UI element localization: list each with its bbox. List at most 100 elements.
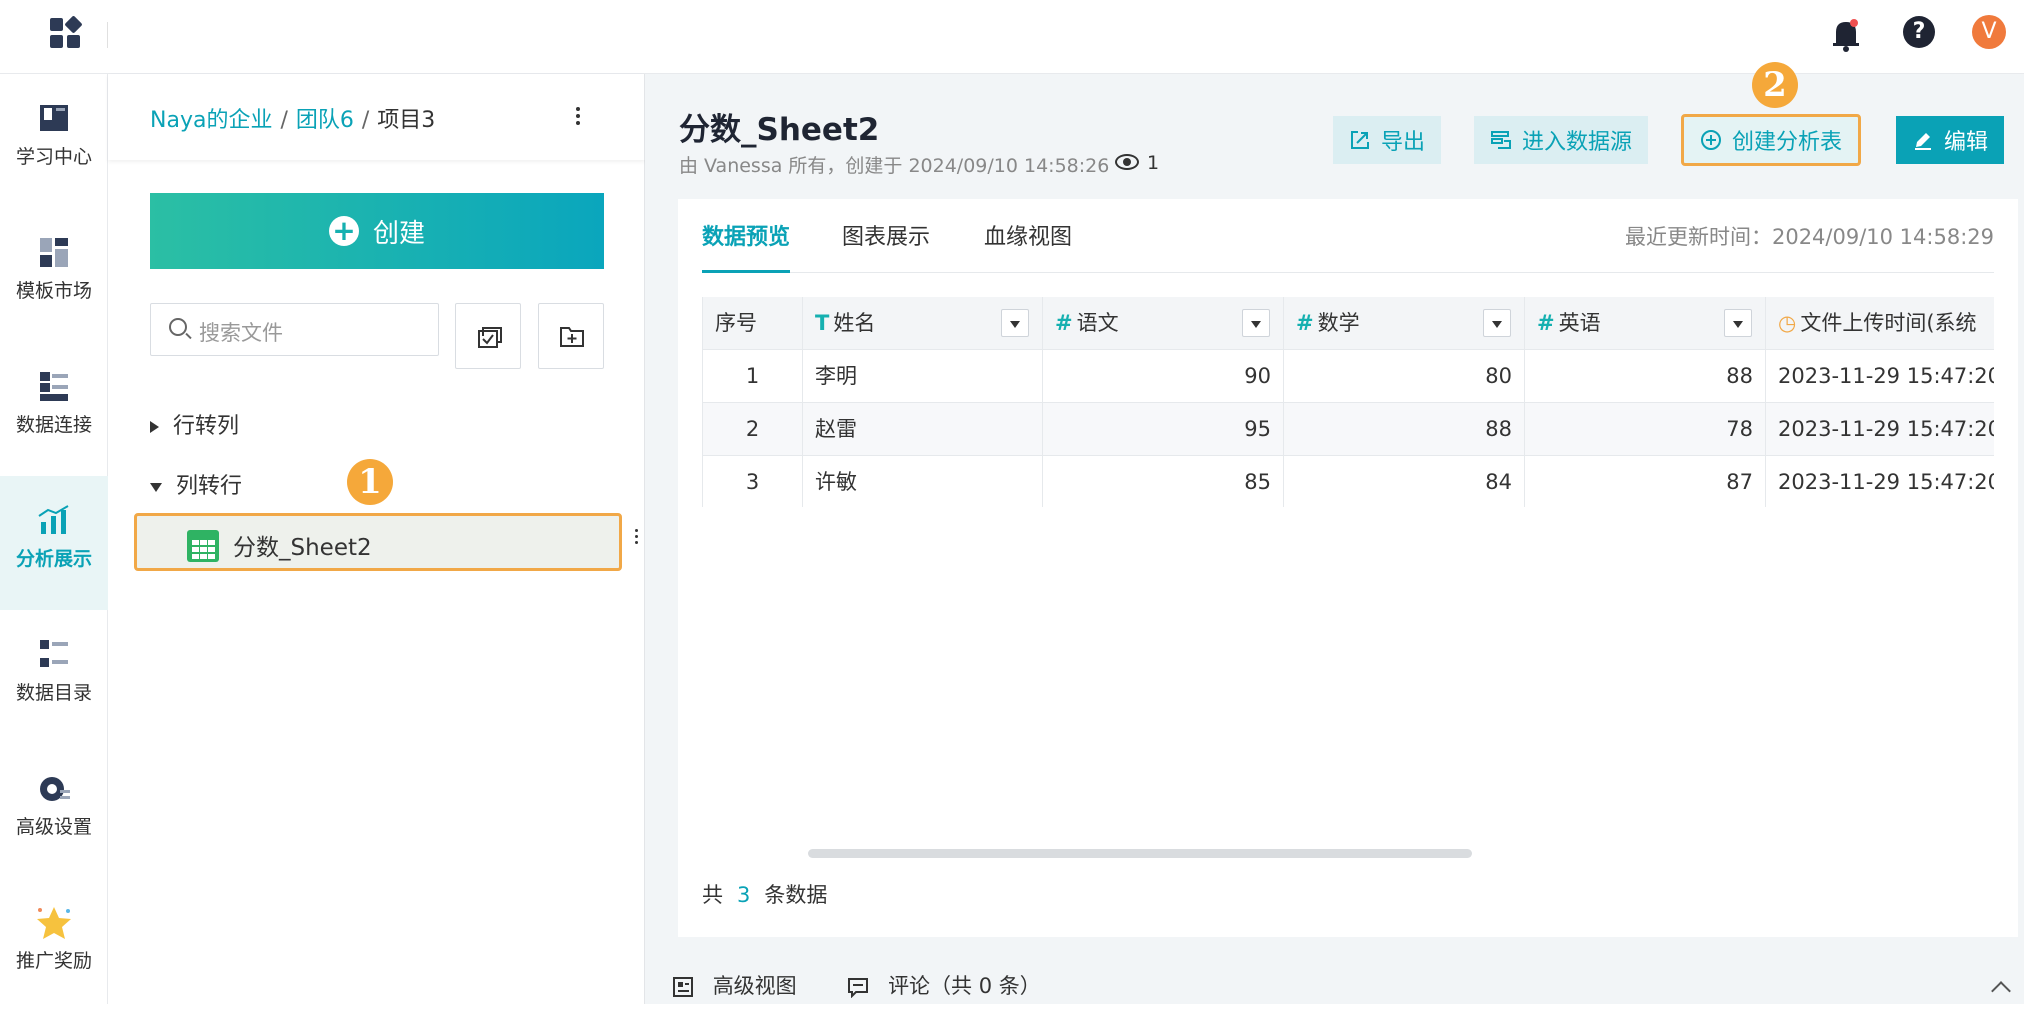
text-type-icon: T: [815, 311, 830, 335]
comment-icon: [848, 978, 869, 999]
bell-icon[interactable]: [1828, 14, 1864, 54]
cell-chinese: 90: [1042, 350, 1283, 403]
plus-circle-icon: [1701, 130, 1721, 150]
batch-select-button[interactable]: [455, 303, 521, 369]
search-input[interactable]: 搜索文件: [150, 303, 439, 356]
page-title: 分数_Sheet2: [679, 112, 880, 148]
dropdown-icon[interactable]: [1483, 309, 1511, 337]
file-item-selected[interactable]: 分数_Sheet2: [134, 513, 622, 571]
dropdown-icon[interactable]: [1001, 309, 1029, 337]
nav-item-settings[interactable]: 高级设置: [0, 744, 108, 878]
file-panel: Naya的企业 / 团队6/项目3 + 创建 搜索文件 行转列 列转行 1 分数_S…: [108, 74, 645, 1004]
nav-item-data-connect[interactable]: 数据连接: [0, 342, 108, 476]
new-folder-button[interactable]: [538, 303, 604, 369]
nav-label: 高级设置: [15, 816, 92, 838]
folder-row-hang-zhuan-lie[interactable]: 行转列: [150, 408, 239, 440]
cell-name: 赵雷: [802, 403, 1042, 456]
avatar[interactable]: V: [1972, 15, 2006, 49]
pencil-icon: [1915, 133, 1931, 150]
book-icon: [40, 105, 68, 131]
advanced-view-link[interactable]: 高级视图: [713, 974, 797, 998]
top-bar: ? V: [0, 0, 2024, 74]
table-header-row: 序号 T 姓名 # 语文 # 数学 # 英语 ◷ 文件上传时间(系统: [702, 297, 1994, 350]
eye-icon: [1115, 154, 1139, 170]
header-chinese[interactable]: # 语文: [1042, 297, 1283, 350]
gear-icon: [40, 777, 70, 801]
breadcrumb-org[interactable]: Naya的企业: [150, 108, 272, 133]
comments-link[interactable]: 评论（共 0 条）: [888, 974, 1041, 998]
data-table: 序号 T 姓名 # 语文 # 数学 # 英语 ◷ 文件上传时间(系统 1 李明 90 80…: [702, 297, 1994, 507]
chart-icon: [38, 505, 69, 534]
search-placeholder: 搜索文件: [199, 321, 283, 345]
nav-item-rewards[interactable]: 推广奖励: [0, 878, 108, 1012]
data-card: 数据预览 图表展示 血缘视图 最近更新时间：2024/09/10 14:58:2…: [678, 199, 2018, 937]
folder-name: 列转行: [176, 474, 243, 499]
owner-info: 由 Vanessa 所有，创建于 2024/09/10 14:58:26: [679, 155, 1110, 177]
more-menu-icon[interactable]: [564, 104, 592, 132]
nav-item-analysis[interactable]: 分析展示: [0, 476, 108, 610]
table-row[interactable]: 2 赵雷 95 88 78 2023-11-29 15:47:20: [702, 403, 1994, 456]
nav-label: 学习中心: [15, 146, 92, 168]
enter-datasource-button[interactable]: 进入数据源: [1474, 116, 1649, 164]
clock-icon: ◷: [1778, 311, 1797, 335]
cell-math: 88: [1283, 403, 1524, 456]
help-icon[interactable]: ?: [1903, 16, 1935, 48]
datasource-icon: [1491, 131, 1511, 149]
header-name[interactable]: T 姓名: [802, 297, 1042, 350]
nav-label: 分析展示: [15, 548, 92, 570]
number-type-icon: #: [1055, 311, 1073, 335]
dropdown-icon[interactable]: [1242, 309, 1270, 337]
number-type-icon: #: [1537, 311, 1555, 335]
dropdown-icon[interactable]: [1724, 309, 1752, 337]
breadcrumb-project: 项目3: [377, 108, 436, 133]
database-link-icon: [40, 372, 68, 401]
last-updated: 最近更新时间：2024/09/10 14:58:29: [1624, 225, 1994, 249]
breadcrumb-header: Naya的企业 / 团队6/项目3: [108, 74, 645, 160]
nav-label: 模板市场: [15, 280, 92, 302]
nav-label: 推广奖励: [15, 950, 92, 972]
nav-item-catalog[interactable]: 数据目录: [0, 610, 108, 744]
edit-button[interactable]: 编辑: [1896, 116, 2005, 164]
spreadsheet-icon: [187, 530, 219, 562]
divider: [107, 22, 108, 48]
nav-item-learning[interactable]: 学习中心: [0, 74, 108, 208]
file-more-icon[interactable]: [632, 526, 640, 556]
apps-grid-icon[interactable]: [50, 15, 83, 50]
create-button-label: 创建: [372, 218, 425, 249]
breadcrumb-team[interactable]: 团队6: [296, 108, 354, 133]
nav-label: 数据目录: [15, 682, 92, 704]
cell-index: 1: [702, 350, 802, 403]
create-button[interactable]: + 创建: [150, 193, 604, 269]
enter-datasource-label: 进入数据源: [1522, 130, 1633, 155]
folder-row-lie-zhuan-hang[interactable]: 列转行: [150, 468, 242, 500]
advanced-view-icon: [673, 977, 693, 997]
caret-down-icon: [150, 482, 162, 492]
cell-chinese: 85: [1042, 456, 1283, 507]
header-english[interactable]: # 英语: [1524, 297, 1765, 350]
cell-name: 许敏: [802, 456, 1042, 507]
horizontal-scrollbar[interactable]: [808, 849, 1472, 858]
table-row[interactable]: 3 许敏 85 84 87 2023-11-29 15:47:20: [702, 456, 1994, 507]
caret-right-icon: [150, 421, 159, 433]
create-analysis-label: 创建分析表: [1732, 130, 1843, 155]
folder-name: 行转列: [173, 414, 240, 439]
tab-lineage[interactable]: 血缘视图: [984, 221, 1072, 273]
cell-index: 2: [702, 403, 802, 456]
header-math[interactable]: # 数学: [1283, 297, 1524, 350]
tab-data-preview[interactable]: 数据预览: [702, 221, 791, 273]
cell-math: 80: [1283, 350, 1524, 403]
bottom-bar: 高级视图 评论（共 0 条）: [672, 970, 1041, 1000]
export-icon: [1351, 131, 1369, 149]
breadcrumb: Naya的企业 / 团队6/项目3: [150, 108, 436, 133]
cell-upload-time: 2023-11-29 15:47:20: [1765, 456, 1994, 507]
export-button[interactable]: 导出: [1333, 116, 1442, 164]
tab-chart[interactable]: 图表展示: [842, 221, 930, 273]
table-row[interactable]: 1 李明 90 80 88 2023-11-29 15:47:20: [702, 350, 1994, 403]
header-index[interactable]: 序号: [702, 297, 802, 350]
create-analysis-button[interactable]: 创建分析表: [1681, 114, 1862, 166]
nav-item-templates[interactable]: 模板市场: [0, 208, 108, 342]
row-count: 共 3 条数据: [702, 883, 828, 907]
header-upload-time[interactable]: ◷ 文件上传时间(系统: [1765, 297, 1994, 350]
cell-english: 78: [1524, 403, 1765, 456]
folder-add-icon: [560, 327, 584, 347]
